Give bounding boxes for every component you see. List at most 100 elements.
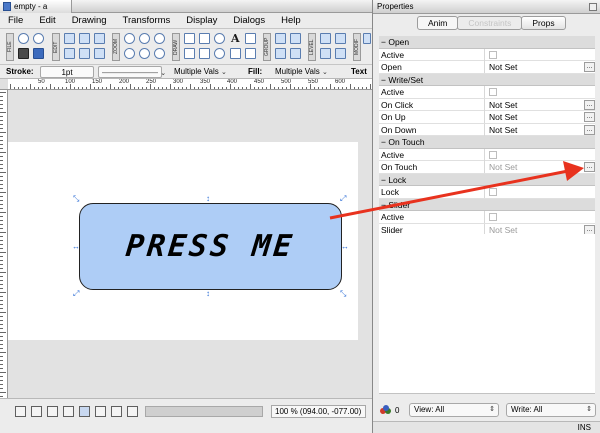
group-enter-icon[interactable] — [275, 48, 286, 59]
ellipse-tool-icon[interactable] — [214, 33, 225, 44]
ruler-tick — [258, 87, 259, 89]
delete-icon[interactable] — [94, 33, 105, 44]
rectangle-tool-icon[interactable] — [199, 33, 210, 44]
ellipsis-button[interactable]: … — [584, 62, 595, 72]
rulers-icon[interactable] — [79, 406, 90, 417]
polyline-tool-icon[interactable] — [184, 48, 195, 59]
ruler-tick — [0, 324, 3, 325]
active-checkbox[interactable] — [489, 88, 497, 96]
line-tool-icon[interactable] — [184, 33, 195, 44]
send-backward-icon[interactable] — [335, 33, 346, 44]
vertical-ruler[interactable] — [0, 90, 8, 398]
ellipsis-button[interactable]: … — [584, 112, 595, 122]
polygon-tool-icon[interactable] — [199, 48, 210, 59]
pipe-tool-icon[interactable] — [230, 48, 241, 59]
ellipsis-button[interactable]: … — [584, 124, 595, 135]
menu-transforms[interactable]: Transforms — [123, 15, 171, 26]
resize-handle-nw-icon[interactable]: ⤡ — [73, 195, 79, 203]
ruler-tick — [0, 312, 6, 313]
ungroup-icon[interactable] — [290, 33, 301, 44]
active-checkbox[interactable] — [489, 188, 497, 196]
tab-props[interactable]: Props — [521, 16, 566, 30]
section-header[interactable]: − Slider — [379, 198, 595, 211]
horizontal-ruler[interactable]: 50 100 150 200 250 300 350 400 450 500 550 600 — [8, 79, 372, 90]
menu-file[interactable]: File — [8, 15, 23, 26]
resize-handle-ne-icon[interactable]: ⤢ — [340, 195, 346, 203]
ruler-tick — [302, 87, 303, 89]
resize-handle-s-icon[interactable]: ↕ — [206, 290, 210, 298]
paste-icon[interactable] — [64, 48, 75, 59]
zoom-drawing-icon[interactable] — [154, 48, 165, 59]
stroke-width-select[interactable]: 1pt — [40, 66, 94, 78]
save-all-icon[interactable] — [33, 48, 44, 59]
stroke-style-select[interactable]: ——————— ⌄ — [98, 66, 166, 78]
group-icon[interactable] — [275, 33, 286, 44]
bring-to-front-icon[interactable] — [320, 48, 331, 59]
layers-icon[interactable] — [15, 406, 26, 417]
cut-icon[interactable] — [64, 33, 75, 44]
connector-tool-icon[interactable] — [245, 48, 256, 59]
properties-titlebar: Properties — [373, 0, 600, 14]
active-checkbox[interactable] — [489, 150, 497, 159]
section-header[interactable]: − Write/Set — [379, 73, 595, 86]
menu-edit[interactable]: Edit — [39, 15, 55, 26]
resize-handle-se-icon[interactable]: ⤡ — [340, 290, 346, 298]
stroke-value-select[interactable]: Multiple Vals ⌄ — [174, 66, 227, 78]
angle-snap-icon[interactable] — [111, 406, 122, 417]
ellipsis-button[interactable]: … — [584, 224, 595, 235]
view-filter-select[interactable]: View: All ⇕ — [409, 403, 499, 417]
press-me-button-shape[interactable]: PRESS ME — [79, 203, 342, 290]
ellipsis-button[interactable]: … — [584, 162, 595, 172]
zoom-fit-icon[interactable] — [154, 33, 165, 44]
zoom-page-icon[interactable] — [124, 48, 135, 59]
ellipsis-button[interactable]: … — [584, 99, 595, 110]
section-header[interactable]: − Open — [379, 36, 595, 49]
menu-dialogs[interactable]: Dialogs — [233, 15, 265, 26]
toolbar-group-edit: EDIT — [52, 33, 60, 61]
resize-handle-w-icon[interactable]: ↔ — [72, 243, 80, 251]
tab-anim[interactable]: Anim — [417, 16, 459, 30]
save-icon[interactable] — [18, 48, 29, 59]
zoom-in-icon[interactable] — [124, 33, 135, 44]
menu-help[interactable]: Help — [281, 15, 301, 26]
duplicate-icon[interactable] — [79, 48, 90, 59]
menu-display[interactable]: Display — [186, 15, 217, 26]
fill-value-select[interactable]: Multiple Vals ⌄ — [275, 66, 328, 78]
redo-icon[interactable] — [33, 33, 44, 44]
section-header[interactable]: − Lock — [379, 173, 595, 186]
select-all-icon[interactable] — [94, 48, 105, 59]
guides-icon[interactable] — [95, 406, 106, 417]
image-tool-icon[interactable] — [245, 33, 256, 44]
ruler-tick — [0, 188, 3, 189]
resize-handle-e-icon[interactable]: ↔ — [341, 243, 349, 251]
arc-tool-icon[interactable] — [214, 48, 225, 59]
document-tab[interactable]: empty - a — [0, 0, 72, 13]
send-to-back-icon[interactable] — [335, 48, 346, 59]
section-header[interactable]: − On Touch — [379, 136, 595, 149]
resize-handle-sw-icon[interactable]: ⤢ — [73, 290, 79, 298]
copy-icon[interactable] — [79, 33, 90, 44]
zoom-selection-icon[interactable] — [139, 48, 150, 59]
write-filter-value: Write: All — [511, 405, 543, 414]
pin-icon[interactable] — [589, 3, 597, 11]
horizontal-scrollbar[interactable] — [145, 406, 263, 417]
tab-constraints[interactable]: Constraints — [457, 16, 523, 30]
bring-forward-icon[interactable] — [320, 33, 331, 44]
grid-snap-icon[interactable] — [47, 406, 58, 417]
active-checkbox[interactable] — [489, 213, 497, 221]
undo-icon[interactable] — [18, 33, 29, 44]
write-filter-select[interactable]: Write: All ⇕ — [506, 403, 596, 417]
resize-handle-n-icon[interactable]: ↕ — [206, 195, 210, 203]
text-tool-icon[interactable]: A — [231, 32, 240, 45]
modify-icon[interactable] — [363, 33, 371, 44]
group-exit-icon[interactable] — [290, 48, 301, 59]
snap-icon[interactable] — [31, 406, 42, 417]
ruler-tick — [42, 87, 43, 89]
bounds-icon[interactable] — [127, 406, 138, 417]
grid-icon[interactable] — [63, 406, 74, 417]
zoom-out-icon[interactable] — [139, 33, 150, 44]
menu-drawing[interactable]: Drawing — [72, 15, 107, 26]
ruler-tick — [218, 87, 219, 89]
ruler-tick — [14, 87, 15, 89]
active-checkbox[interactable] — [489, 50, 497, 59]
